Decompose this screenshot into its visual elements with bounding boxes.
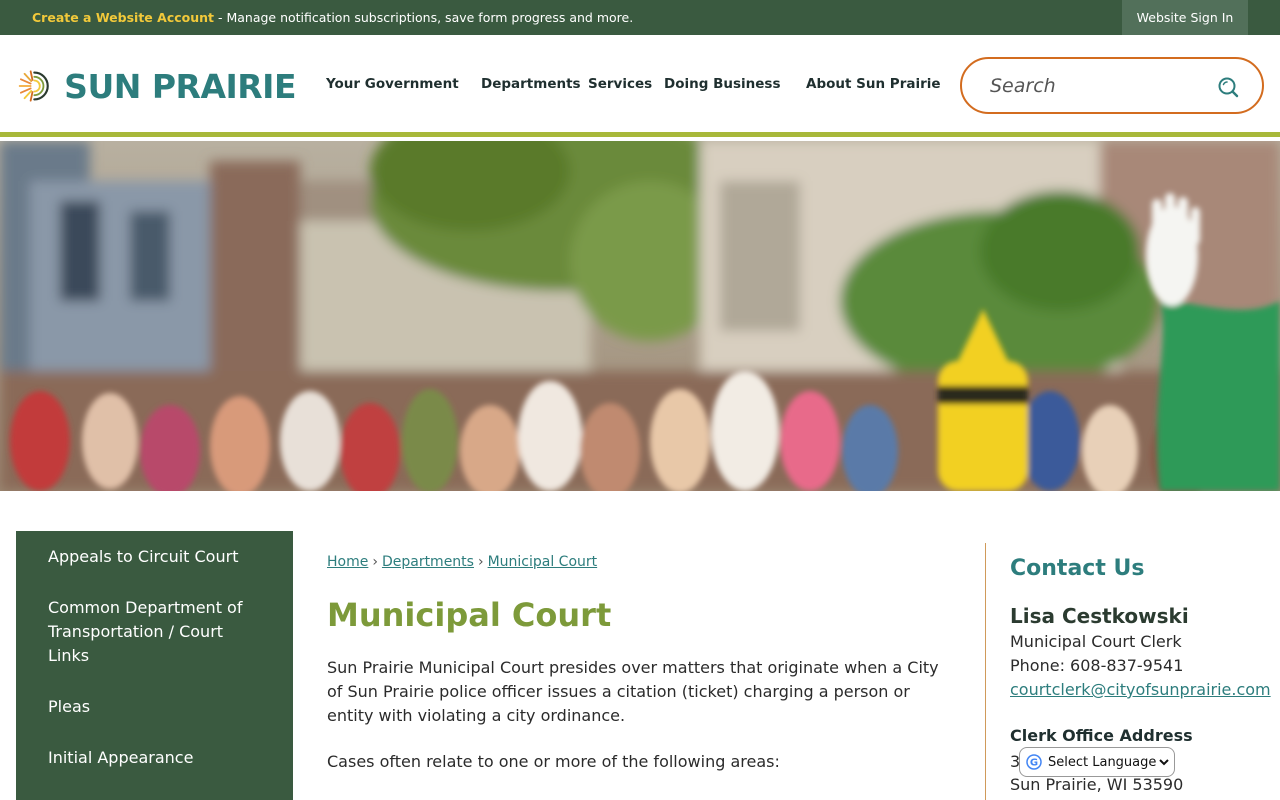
- nav-your-government[interactable]: Your Government: [326, 76, 459, 92]
- website-sign-in-button[interactable]: Website Sign In: [1122, 0, 1248, 35]
- address-heading: Clerk Office Address: [1010, 726, 1193, 745]
- search-button[interactable]: [1216, 75, 1240, 99]
- breadcrumb-separator: ›: [372, 554, 378, 570]
- sidebar-item-pleas[interactable]: Pleas: [48, 695, 248, 719]
- svg-text:G: G: [1030, 758, 1038, 769]
- areas-paragraph: Cases often relate to one or more of the…: [327, 752, 780, 771]
- nav-about-sun-prairie[interactable]: About Sun Prairie: [806, 76, 941, 92]
- search-input[interactable]: [990, 73, 1210, 99]
- breadcrumb-departments[interactable]: Departments: [382, 554, 474, 570]
- hero-image: [0, 141, 1280, 491]
- language-selector: G Select Language: [1019, 747, 1175, 777]
- address-line-2: Sun Prairie, WI 53590: [1010, 775, 1184, 794]
- page-title: Municipal Court: [327, 596, 612, 634]
- breadcrumb-municipal-court[interactable]: Municipal Court: [488, 554, 598, 570]
- breadcrumb-home[interactable]: Home: [327, 554, 368, 570]
- contact-email-link[interactable]: courtclerk@cityofsunprairie.com: [1010, 680, 1271, 699]
- contact-role: Municipal Court Clerk: [1010, 632, 1182, 651]
- parade-photo: [0, 141, 1280, 491]
- search-box: [960, 57, 1264, 114]
- sidebar-nav: Appeals to Circuit Court Common Departme…: [16, 531, 293, 800]
- site-header: SUN PRAIRIE Your Government Departments …: [0, 35, 1280, 137]
- search-icon: [1218, 77, 1239, 98]
- breadcrumb: Home › Departments › Municipal Court: [327, 554, 597, 570]
- logo-wordmark: SUN PRAIRIE: [64, 66, 296, 106]
- google-g-icon: G: [1026, 754, 1042, 770]
- sun-logo-icon: [18, 70, 49, 102]
- intro-paragraph: Sun Prairie Municipal Court presides ove…: [327, 658, 939, 725]
- top-bar: Create a Website Account - Manage notifi…: [0, 0, 1280, 35]
- column-divider: [985, 543, 986, 800]
- account-message-text: - Manage notification subscriptions, sav…: [214, 10, 634, 25]
- breadcrumb-separator: ›: [477, 554, 484, 570]
- contact-phone: Phone: 608-837-9541: [1010, 656, 1184, 675]
- create-account-link[interactable]: Create a Website Account: [32, 10, 214, 25]
- sidebar-item-dot-links[interactable]: Common Department of Transportation / Co…: [48, 596, 248, 668]
- account-message: Create a Website Account - Manage notifi…: [32, 10, 633, 25]
- site-logo[interactable]: SUN PRAIRIE: [16, 57, 296, 115]
- sidebar-item-appeals[interactable]: Appeals to Circuit Court: [48, 545, 248, 569]
- nav-departments[interactable]: Departments: [481, 76, 581, 92]
- language-select[interactable]: Select Language: [1044, 753, 1172, 771]
- sidebar-item-initial-appearance[interactable]: Initial Appearance: [48, 746, 248, 770]
- contact-name: Lisa Cestkowski: [1010, 604, 1189, 628]
- nav-doing-business[interactable]: Doing Business: [664, 76, 780, 92]
- nav-services[interactable]: Services: [588, 76, 652, 92]
- contact-heading: Contact Us: [1010, 556, 1145, 581]
